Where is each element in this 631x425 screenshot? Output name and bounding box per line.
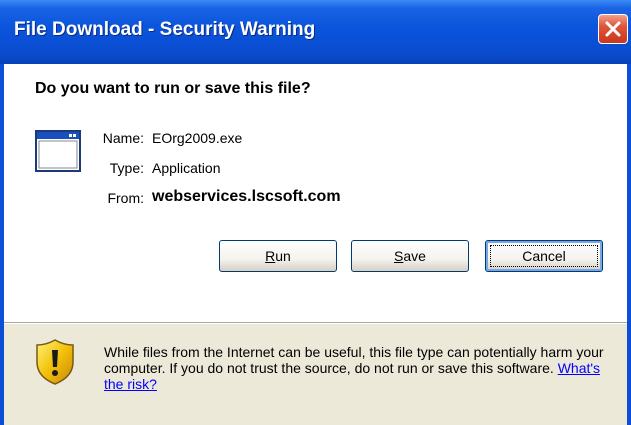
save-button[interactable]: Save	[351, 240, 469, 272]
title-bar[interactable]: File Download - Security Warning	[0, 0, 631, 64]
dialog-question: Do you want to run or save this file?	[35, 80, 311, 97]
file-type-value: Application	[152, 160, 221, 176]
file-name-label: Name:	[102, 130, 144, 146]
file-download-dialog: File Download - Security Warning Do you …	[0, 0, 631, 425]
window-title: File Download - Security Warning	[14, 19, 316, 40]
file-source-label: From:	[107, 190, 144, 206]
run-button[interactable]: Run	[219, 240, 337, 272]
cancel-button[interactable]: Cancel	[485, 240, 603, 272]
security-warning-text: While files from the Internet can be use…	[104, 344, 614, 392]
warning-message: While files from the Internet can be use…	[104, 344, 604, 376]
run-button-label: Run	[265, 248, 291, 264]
file-type-label: Type:	[109, 160, 144, 176]
file-name-value: EOrg2009.exe	[152, 130, 243, 146]
security-shield-icon	[36, 339, 74, 385]
dialog-body: Do you want to run or save this file? Na…	[4, 64, 627, 425]
file-source-value: webservices.lscsoft.com	[152, 188, 341, 205]
close-icon	[605, 21, 621, 37]
separator-highlight	[4, 323, 627, 324]
dialog-header: Do you want to run or save this file? Na…	[4, 64, 627, 322]
focus-ring	[490, 245, 598, 267]
save-button-label: Save	[394, 248, 426, 264]
close-button[interactable]	[598, 14, 628, 44]
